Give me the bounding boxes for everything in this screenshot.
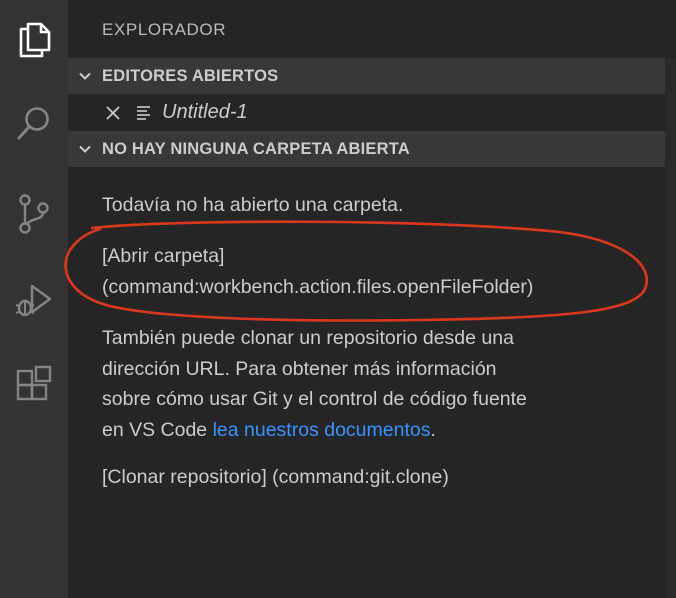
extensions-icon [16, 365, 52, 401]
source-control-activity-item[interactable] [0, 178, 68, 250]
open-folder-line1: [Abrir carpeta] [102, 245, 225, 267]
file-lines-icon [136, 105, 152, 126]
open-editors-header[interactable]: EDITORES ABIERTOS [68, 58, 665, 94]
open-folder-command[interactable]: [Abrir carpeta] (command:workbench.actio… [102, 241, 642, 302]
no-folder-label: NO HAY NINGUNA CARPETA ABIERTA [102, 139, 410, 158]
run-debug-activity-item[interactable] [0, 264, 68, 336]
sidebar-scroll-edge [665, 58, 676, 598]
extensions-activity-item[interactable] [0, 350, 68, 422]
close-icon[interactable] [104, 104, 122, 127]
source-control-icon [19, 194, 49, 234]
chevron-down-icon [68, 68, 102, 84]
explorer-activity-item[interactable] [0, 2, 68, 74]
clone-info-text: También puede clonar un repositorio desd… [102, 323, 642, 445]
chevron-down-icon [68, 141, 102, 157]
clone-info-line: dirección URL. Para obtener más informac… [102, 357, 497, 380]
clone-info-line-with-link: en VS Code lea nuestros documentos. [102, 415, 642, 446]
open-editors-label: EDITORES ABIERTOS [102, 66, 279, 85]
clone-info-line: sobre cómo usar Git y el control de códi… [102, 388, 527, 410]
no-folder-message: Todavía no ha abierto una carpeta. [102, 194, 404, 216]
clone-info-prefix: en VS Code [102, 418, 213, 441]
run-debug-icon [15, 284, 52, 317]
no-folder-header[interactable]: NO HAY NINGUNA CARPETA ABIERTA [68, 131, 665, 167]
search-activity-item[interactable] [0, 88, 68, 160]
search-icon [17, 107, 49, 140]
clone-repository-command[interactable]: [Clonar repositorio] (command:git.clone) [102, 462, 642, 493]
open-folder-line2: (command:workbench.action.files.openFile… [102, 275, 534, 298]
files-icon [19, 22, 51, 58]
open-editor-name: Untitled-1 [162, 101, 248, 123]
sidebar-title: EXPLORADOR [102, 20, 227, 39]
clone-info-line: También puede clonar un repositorio desd… [102, 327, 514, 349]
clone-info-suffix: . [430, 418, 436, 441]
docs-link[interactable]: lea nuestros documentos [213, 419, 431, 441]
open-editor-item[interactable]: Untitled-1 [68, 95, 665, 131]
activity-bar [0, 0, 68, 598]
explorer-sidebar: EXPLORADOR EDITORES ABIERTOS Untitled-1 [68, 0, 676, 598]
